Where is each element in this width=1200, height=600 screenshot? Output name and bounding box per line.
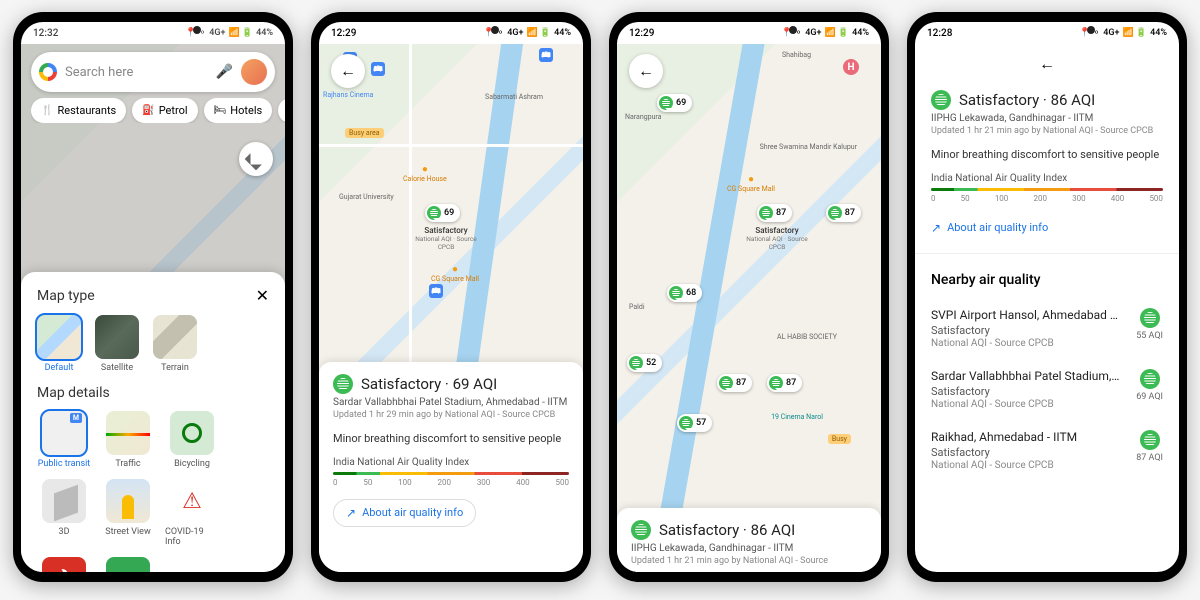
- detail-wildfires[interactable]: Wildfires: [37, 557, 91, 572]
- detail-transit[interactable]: Public transit: [37, 411, 91, 469]
- status-bar: 12:29📍 ⚬ 4G+ 📶 🔋 44%: [319, 22, 583, 44]
- maptype-terrain[interactable]: Terrain: [153, 315, 197, 373]
- aqi-badge-icon: [1140, 430, 1160, 450]
- map-canvas[interactable]: H Shahibag Narangpura Shree Swamina Mand…: [617, 44, 881, 572]
- back-button[interactable]: ←: [629, 54, 663, 88]
- detail-covid[interactable]: COVID-19 Info: [165, 479, 219, 547]
- card-updated: Updated 1 hr 29 min ago by National AQI …: [333, 410, 569, 422]
- detail-airquality[interactable]: Air Quality: [101, 557, 155, 572]
- aqi-pin[interactable]: 87: [757, 204, 792, 222]
- poi-ashram[interactable]: Sabarmati Ashram: [485, 94, 543, 102]
- sheet-title: Map type: [37, 288, 95, 304]
- scale-ticks: 050100200300400500: [333, 478, 569, 487]
- aqi-pin[interactable]: 87: [767, 374, 802, 392]
- aqi-badge-icon: [631, 520, 651, 540]
- nearby-item[interactable]: SVPI Airport Hansol, Ahmedabad - IITMSat…: [931, 298, 1163, 359]
- area-label: Narangpura: [625, 114, 661, 122]
- status-bar: 12:29📍 ⚬ 4G+ 📶 🔋 44%: [617, 22, 881, 44]
- aqi-scale-bar: [931, 188, 1163, 191]
- transit-stop-icon[interactable]: [539, 48, 553, 62]
- card-title: Satisfactory · 86 AQI: [631, 520, 867, 540]
- aqi-pin-caption: SatisfactoryNational AQI · Source CPCB: [739, 226, 815, 251]
- status-bar: 12:32 📍 ⚬ 4G+ 📶 🔋 44%: [21, 22, 285, 44]
- detail-traffic[interactable]: Traffic: [101, 411, 155, 469]
- area-label: Paldi: [629, 304, 645, 312]
- aqi-pin[interactable]: 57: [677, 414, 712, 432]
- aqi-pin[interactable]: 87: [717, 374, 752, 392]
- profile-avatar[interactable]: [241, 59, 267, 85]
- mic-icon[interactable]: 🎤: [216, 64, 233, 80]
- detail-streetview[interactable]: Street View: [101, 479, 155, 547]
- card-location: Sardar Vallabhbhai Patel Stadium, Ahmeda…: [333, 397, 569, 408]
- aqi-badge-icon: [1140, 369, 1160, 389]
- back-button[interactable]: ←: [331, 54, 365, 88]
- maptype-default[interactable]: Default: [37, 315, 81, 373]
- poi-cinema[interactable]: Rajhans Cinema: [323, 92, 373, 100]
- about-aqi-button[interactable]: ↗About air quality info: [931, 215, 1060, 241]
- map-type-sheet: Map type ✕ Default Satellite Terrain Map…: [21, 272, 285, 572]
- card-description: Minor breathing discomfort to sensitive …: [333, 432, 569, 445]
- poi-calorie[interactable]: Calorie House: [403, 164, 447, 183]
- poi-mall[interactable]: CG Square Mall: [727, 174, 775, 193]
- about-aqi-button[interactable]: ↗About air quality info: [333, 499, 476, 527]
- busy-area-label: Busy: [828, 434, 851, 444]
- aqi-badge-icon: [333, 374, 353, 394]
- poi-university[interactable]: Gujarat University: [339, 194, 394, 202]
- nearby-item[interactable]: Raikhad, Ahmedabad - IITMSatisfactoryNat…: [931, 420, 1163, 481]
- chip-more[interactable]: 🏧At: [278, 98, 285, 123]
- area-label: Shahibag: [782, 52, 811, 60]
- aqi-pin[interactable]: 87: [826, 204, 861, 222]
- card-location: IIPHG Lekawada, Gandhinagar - IITM: [631, 543, 867, 554]
- aqi-pin[interactable]: 68: [667, 284, 702, 302]
- back-button[interactable]: ←: [931, 54, 1163, 74]
- aqi-scale-bar: [333, 472, 569, 475]
- scale-label: India National Air Quality Index: [333, 457, 569, 468]
- detail-3d[interactable]: 3D: [37, 479, 91, 547]
- maptype-satellite[interactable]: Satellite: [95, 315, 139, 373]
- aqi-pin-caption: SatisfactoryNational AQI · Source CPCB: [411, 226, 481, 251]
- aqi-pin[interactable]: 52: [627, 354, 662, 372]
- aqi-badge-icon: [1140, 308, 1160, 328]
- detail-bicycling[interactable]: Bicycling: [165, 411, 219, 469]
- page-title: Satisfactory · 86 AQI: [931, 90, 1163, 110]
- updated-text: Updated 1 hr 21 min ago by National AQI …: [931, 126, 1163, 138]
- external-link-icon: ↗: [931, 221, 941, 235]
- nearby-heading: Nearby air quality: [931, 272, 1163, 288]
- poi-mall[interactable]: CG Square Mall: [431, 264, 479, 283]
- aqi-badge-icon: [931, 90, 951, 110]
- external-link-icon: ↗: [346, 506, 356, 520]
- search-placeholder: Search here: [65, 65, 208, 80]
- aqi-pin-selected[interactable]: 69: [425, 204, 460, 222]
- close-icon[interactable]: ✕: [256, 286, 269, 305]
- transit-stop-icon[interactable]: [371, 62, 385, 76]
- card-title: Satisfactory · 69 AQI: [333, 374, 569, 394]
- card-updated: Updated 1 hr 21 min ago by National AQI …: [631, 556, 867, 568]
- poi-mandir[interactable]: Shree Swamina Mandir Kalupur: [760, 144, 857, 152]
- details-title: Map details: [37, 385, 269, 401]
- health-description: Minor breathing discomfort to sensitive …: [931, 148, 1163, 161]
- location-name: IIPHG Lekawada, Gandhinagar - IITM: [931, 113, 1163, 124]
- aqi-detail-card[interactable]: Satisfactory · 69 AQI Sardar Vallabhbhai…: [319, 362, 583, 572]
- chip-hotels[interactable]: 🛏Hotels: [204, 98, 273, 123]
- chip-petrol[interactable]: ⛽Petrol: [132, 98, 197, 123]
- area-label: AL HABIB SOCIETY: [777, 334, 837, 342]
- category-chips: 🍴Restaurants ⛽Petrol 🛏Hotels 🏧At: [31, 98, 285, 123]
- aqi-pin[interactable]: 69: [657, 94, 692, 112]
- transit-stop-icon[interactable]: [429, 284, 443, 298]
- scale-ticks: 050100200300400500: [931, 194, 1163, 203]
- search-bar[interactable]: Search here 🎤: [31, 52, 275, 92]
- chip-restaurants[interactable]: 🍴Restaurants: [31, 98, 126, 123]
- poi-cinema[interactable]: 19 Cinema Narol: [771, 414, 823, 422]
- google-logo-icon: [39, 63, 57, 81]
- scale-label: India National Air Quality Index: [931, 173, 1163, 184]
- hospital-icon[interactable]: H: [843, 59, 859, 75]
- nearby-item[interactable]: Sardar Vallabhbhai Patel Stadium, Ahm...…: [931, 359, 1163, 420]
- aqi-detail-card[interactable]: Satisfactory · 86 AQI IIPHG Lekawada, Ga…: [617, 508, 881, 572]
- layers-button[interactable]: [239, 142, 273, 176]
- busy-area-label: Busy area: [345, 128, 384, 138]
- status-bar: 12:28📍 ⚬ 4G+ 📶 🔋 44%: [915, 22, 1179, 44]
